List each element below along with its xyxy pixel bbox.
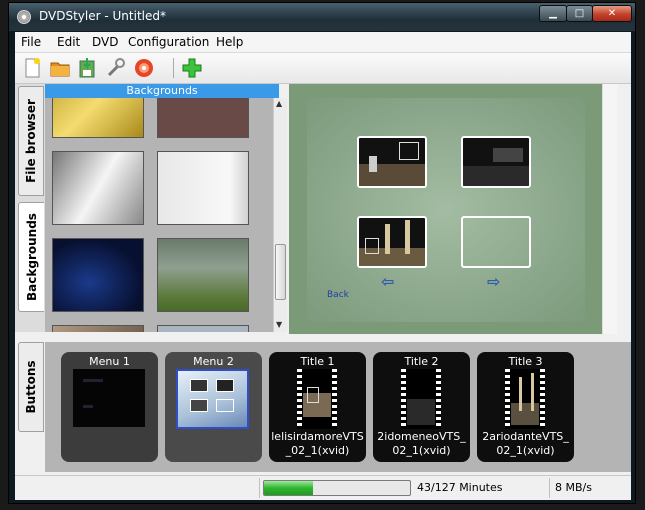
background-thumb-dark-red[interactable] <box>157 98 249 138</box>
menu-file[interactable]: File <box>21 35 41 49</box>
new-icon[interactable] <box>21 57 43 79</box>
title-file-name: 2ariodanteVTS_02_1(xvid) <box>482 430 569 457</box>
film-strip-right <box>436 369 441 429</box>
menu-help[interactable]: Help <box>216 35 243 49</box>
window-title: DVDStyler - Untitled* <box>39 9 166 23</box>
preview-scrollbar[interactable] <box>602 84 617 334</box>
film-strip-right <box>332 369 337 429</box>
title-file-name: lelisirdamoreVTS_02_1(xvid) <box>271 430 364 457</box>
background-thumb-blue-swirl[interactable] <box>52 238 144 312</box>
film-thumb <box>401 369 441 429</box>
save-icon[interactable] <box>77 57 99 79</box>
menu-bar: File Edit DVD Configuration Help <box>15 32 631 53</box>
status-bar: 43/127 Minutes 8 MB/s <box>15 475 631 500</box>
backgrounds-scrollbar[interactable]: ▲ ▼ <box>273 98 287 332</box>
title-card-label: Title 2 <box>404 355 439 368</box>
tab-backgrounds-label: Backgrounds <box>24 213 39 301</box>
client-area: File Edit DVD Configuration Help File br… <box>15 32 631 500</box>
background-thumb-gold[interactable] <box>52 98 144 138</box>
scroll-thumb[interactable] <box>275 244 286 300</box>
background-thumb-white[interactable] <box>157 151 249 225</box>
menu-canvas[interactable]: ⇦ ⇨ Back <box>289 84 602 334</box>
title-card-label: Title 3 <box>508 355 543 368</box>
backgrounds-grid <box>45 98 273 332</box>
menu-preview-panel: ⇦ ⇨ Back <box>289 84 631 338</box>
disc-usage-progress-fill <box>264 481 314 495</box>
background-thumb-silver[interactable] <box>52 151 144 225</box>
background-thumb-wood[interactable] <box>52 325 144 332</box>
menu-configuration[interactable]: Configuration <box>128 35 209 49</box>
app-window: DVDStyler - Untitled* ▁ □ ✕ File Edit DV… <box>8 2 636 504</box>
film-thumb <box>505 369 545 429</box>
scroll-down-icon[interactable]: ▼ <box>276 320 282 329</box>
title-card-1[interactable]: Title 1 lelisirdamoreVTS_02_1(xvid) <box>269 352 366 462</box>
title-card-3[interactable]: Title 3 2ariodanteVTS_02_1(xvid) <box>477 352 574 462</box>
scroll-up-icon[interactable]: ▲ <box>276 99 282 108</box>
menu-dvd[interactable]: DVD <box>92 35 118 49</box>
menu-card-label: Menu 2 <box>193 355 234 368</box>
menu-thumb <box>73 369 145 427</box>
rate-label: 8 MB/s <box>555 481 592 494</box>
titleset-panel: Buttons Menu 1 Menu 2 Title 1 lelisirdam… <box>15 338 631 475</box>
menu-button-empty[interactable] <box>461 216 531 268</box>
menu-button-title-3[interactable] <box>357 216 427 268</box>
close-button[interactable]: ✕ <box>592 5 632 22</box>
title-bar[interactable]: DVDStyler - Untitled* ▁ □ ✕ <box>9 3 635 31</box>
film-strip-right <box>540 369 545 429</box>
backgrounds-header: Backgrounds <box>45 84 279 98</box>
tab-backgrounds[interactable]: Backgrounds <box>18 202 44 312</box>
menu-card-label: Menu 1 <box>89 355 130 368</box>
title-file-name: 2idomeneoVTS_02_1(xvid) <box>377 430 466 457</box>
vertical-tabs: File browser Backgrounds <box>15 84 46 332</box>
menu-thumb-selected <box>176 369 249 429</box>
disc-usage-progress <box>263 480 411 496</box>
status-separator <box>549 478 550 498</box>
menu-button-title-2[interactable] <box>461 136 531 188</box>
menu-button-title-1[interactable] <box>357 136 427 188</box>
status-separator <box>259 478 260 498</box>
toolbar <box>15 53 631 84</box>
maximize-button[interactable]: □ <box>566 5 593 22</box>
minutes-label: 43/127 Minutes <box>417 481 503 494</box>
film-strip-left <box>505 369 510 429</box>
title-card-2[interactable]: Title 2 2idomeneoVTS_02_1(xvid) <box>373 352 470 462</box>
minimize-button[interactable]: ▁ <box>539 5 567 22</box>
background-thumb-sky[interactable] <box>157 325 249 332</box>
menu-edit[interactable]: Edit <box>57 35 80 49</box>
open-folder-icon[interactable] <box>49 57 71 79</box>
back-link[interactable]: Back <box>327 290 349 300</box>
burn-disc-icon[interactable] <box>133 57 155 79</box>
left-panel: File browser Backgrounds Backgrounds ▲ ▼ <box>15 84 287 332</box>
next-arrow-icon[interactable]: ⇨ <box>487 272 500 291</box>
settings-wrench-icon[interactable] <box>105 57 127 79</box>
dvd-app-icon <box>17 10 31 24</box>
tab-buttons-label: Buttons <box>24 360 38 414</box>
add-icon[interactable] <box>181 57 203 79</box>
toolbar-separator <box>173 58 174 78</box>
titleset-strip: Menu 1 Menu 2 Title 1 lelisirdamoreVTS_0… <box>45 342 631 472</box>
tab-file-browser[interactable]: File browser <box>18 86 44 196</box>
background-thumb-swans[interactable] <box>157 238 249 312</box>
film-strip-left <box>401 369 406 429</box>
prev-arrow-icon[interactable]: ⇦ <box>381 272 394 291</box>
tab-buttons[interactable]: Buttons <box>18 342 44 432</box>
film-strip-left <box>297 369 302 429</box>
tab-file-browser-label: File browser <box>24 99 38 183</box>
title-card-label: Title 1 <box>300 355 335 368</box>
menu-card-1[interactable]: Menu 1 <box>61 352 158 462</box>
menu-background: ⇦ ⇨ Back <box>307 98 585 322</box>
menu-card-2[interactable]: Menu 2 <box>165 352 262 462</box>
film-thumb <box>297 369 337 429</box>
